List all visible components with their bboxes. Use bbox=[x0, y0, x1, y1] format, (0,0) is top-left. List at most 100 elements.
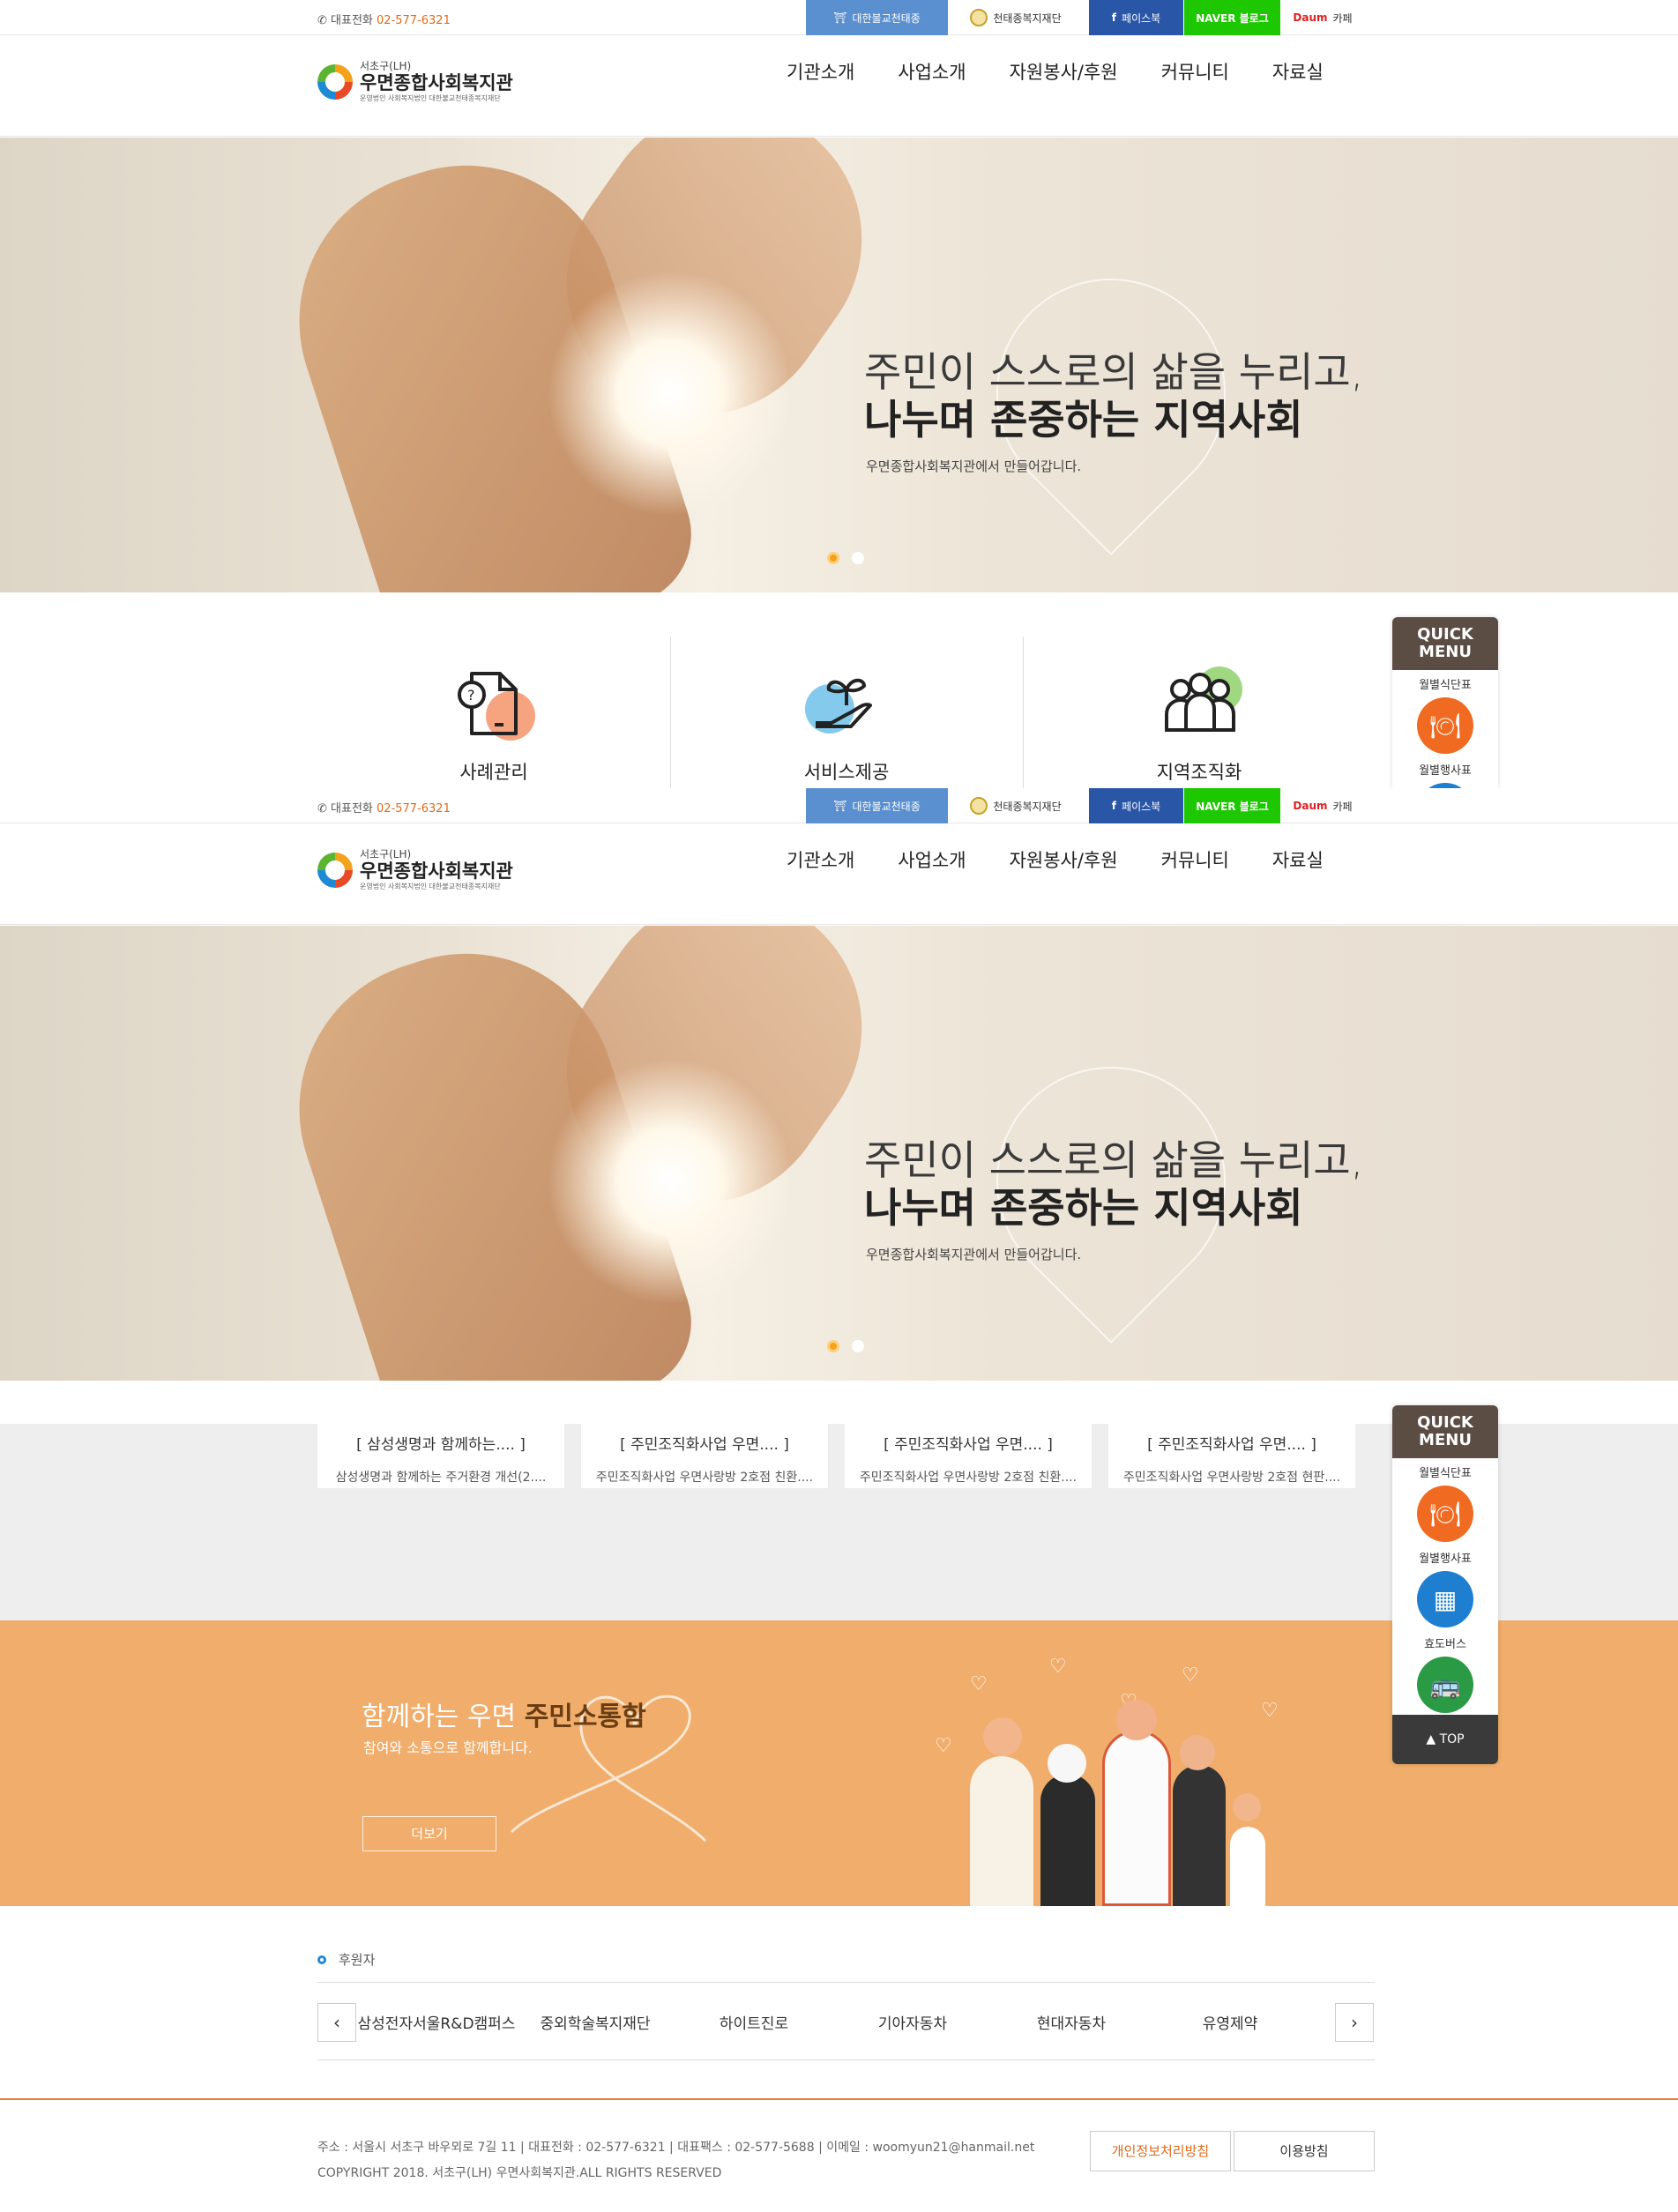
terms-link[interactable]: 이용방침 bbox=[1234, 2131, 1375, 2171]
link-daum-cafe[interactable]: Daum 카페 bbox=[1287, 788, 1358, 823]
svg-text:?: ? bbox=[467, 687, 475, 704]
nav-item-volunteer[interactable]: 자원봉사/후원 bbox=[1010, 58, 1118, 85]
link-daum-cafe[interactable]: Daum 카페 bbox=[1287, 0, 1358, 35]
bullet-icon bbox=[317, 1955, 326, 1964]
service-label: 사례관리 bbox=[459, 762, 528, 783]
privacy-policy-link[interactable]: 개인정보처리방침 bbox=[1090, 2131, 1231, 2171]
phone-number[interactable]: 02-577-6321 bbox=[377, 14, 451, 27]
case-document-icon: ? bbox=[458, 672, 535, 741]
footer-divider bbox=[0, 2098, 1678, 2100]
sponsor-item[interactable]: 중외학술복지재단 bbox=[516, 2011, 675, 2033]
link-cheontae-order[interactable]: ⛩ 대한불교천태종 bbox=[806, 0, 948, 35]
daum-logo: Daum bbox=[1293, 11, 1328, 24]
nav-item-about[interactable]: 기관소개 bbox=[787, 846, 854, 873]
logo-sub: 서초구(LH) bbox=[360, 60, 412, 72]
banner-subtitle: 참여와 소통으로 함께합니다. bbox=[363, 1739, 533, 1756]
slider-dot-active[interactable] bbox=[827, 1340, 839, 1352]
quick-item-events[interactable]: 월별행사표 ▦ bbox=[1392, 756, 1498, 788]
slider-dot[interactable] bbox=[852, 1340, 864, 1352]
news-card[interactable]: [ 삼성생명과 함께하는.... ] 삼성생명과 함께하는 주거환경 개선(2.… bbox=[317, 1421, 564, 1488]
nav-item-community[interactable]: 커뮤니티 bbox=[1161, 846, 1229, 873]
footer-copyright: COPYRIGHT 2018. 서초구(LH) 우면사회복지관.ALL RIGH… bbox=[317, 2166, 722, 2180]
link-welfare-foundation[interactable]: 천태종복지재단 bbox=[954, 0, 1078, 35]
hero-line2: 나누며 존중하는 지역사회 bbox=[864, 1184, 1303, 1232]
service-community-organizing[interactable]: 지역조직화 bbox=[1023, 637, 1376, 788]
hero-sunlight bbox=[547, 1058, 794, 1305]
top-utility-bar: ✆ 대표전화 02-577-6321 ⛩ 대한불교천태종 천태종복지재단 f 페이스… bbox=[0, 0, 1678, 35]
footer-address: 주소 : 서울시 서초구 바우뫼로 7길 11 | 대표전화 : 02-577-… bbox=[317, 2141, 1035, 2155]
top-utility-bar: ✆ 대표전화 02-577-6321 ⛩ 대한불교천태종 천태종복지재단 f 페이스… bbox=[0, 788, 1678, 823]
link-naver-blog[interactable]: NAVER 블로그 bbox=[1184, 788, 1280, 823]
quick-item-events[interactable]: 월별행사표 ▦ bbox=[1392, 1544, 1498, 1629]
slider-dot-active[interactable] bbox=[827, 552, 839, 564]
news-card[interactable]: [ 주민조직화사업 우면.... ] 주민조직화사업 우면사랑방 2호점 친환.… bbox=[581, 1421, 828, 1488]
people-group-icon bbox=[1165, 667, 1242, 732]
quick-menu: QUICK MENU 월별식단표 🍽 월별행사표 ▦ 효도버스 🚌 ▲ TOP bbox=[1392, 1405, 1498, 1764]
service-label: 서비스제공 bbox=[803, 762, 890, 783]
site-logo[interactable]: 서초구(LH) 우면종합사회복지관 운영법인 사회복지법인 대한불교천태종복지재… bbox=[317, 60, 513, 103]
hand-sprout-icon bbox=[805, 678, 872, 734]
logo-operator: 운영법인 사회복지법인 대한불교천태종복지재단 bbox=[360, 94, 501, 102]
link-naver-blog[interactable]: NAVER 블로그 bbox=[1184, 0, 1280, 35]
hero-slider: 주민이 스스로의 삶을 누리고, 나누며 존중하는 지역사회 우면종합사회복지관… bbox=[0, 138, 1678, 592]
logo-name: 우면종합사회복지관 bbox=[360, 72, 513, 93]
facebook-icon: f bbox=[1111, 800, 1117, 812]
service-provision[interactable]: 서비스제공 bbox=[670, 637, 1023, 788]
hero-sunlight bbox=[547, 270, 794, 517]
slider-dot[interactable] bbox=[852, 552, 864, 564]
nav-item-business[interactable]: 사업소개 bbox=[898, 58, 966, 85]
quick-item-bus[interactable]: 효도버스 🚌 bbox=[1392, 1629, 1498, 1715]
quick-item-meal[interactable]: 월별식단표 🍽 bbox=[1392, 670, 1498, 756]
hero-line2: 나누며 존중하는 지역사회 bbox=[864, 396, 1303, 443]
nav-item-archive[interactable]: 자료실 bbox=[1272, 58, 1324, 85]
link-facebook[interactable]: f 페이스북 bbox=[1089, 0, 1183, 35]
quick-menu-title: QUICK MENU bbox=[1392, 1405, 1498, 1458]
sponsor-item[interactable]: 기아자동차 bbox=[833, 2011, 992, 2033]
nav-item-archive[interactable]: 자료실 bbox=[1272, 846, 1324, 873]
phone-icon: ✆ bbox=[317, 802, 327, 816]
sponsor-prev-button[interactable]: ‹ bbox=[317, 2003, 356, 2042]
banner-title: 함께하는 우면 주민소통함 bbox=[362, 1702, 646, 1732]
link-cheontae-order[interactable]: ⛩ 대한불교천태종 bbox=[806, 788, 948, 823]
logo-mark-icon bbox=[317, 63, 353, 100]
sponsor-item[interactable]: 현대자동차 bbox=[992, 2011, 1151, 2033]
site-header: 서초구(LH) 우면종합사회복지관 운영법인 사회복지법인 대한불교천태종복지재… bbox=[0, 35, 1678, 137]
hero-slider: 주민이 스스로의 삶을 누리고, 나누며 존중하는 지역사회 우면종합사회복지관… bbox=[0, 926, 1678, 1381]
main-nav: 기관소개 사업소개 자원봉사/후원 커뮤니티 자료실 bbox=[787, 58, 1324, 85]
link-welfare-foundation[interactable]: 천태종복지재단 bbox=[954, 788, 1078, 823]
quick-menu-title: QUICK MENU bbox=[1392, 617, 1498, 670]
sponsor-item[interactable]: 유영제약 bbox=[1151, 2011, 1309, 2033]
phone-label: 대표전화 bbox=[331, 14, 373, 27]
phone-icon: ✆ bbox=[317, 14, 327, 27]
divider bbox=[317, 2059, 1375, 2060]
nav-item-business[interactable]: 사업소개 bbox=[898, 846, 966, 873]
main-nav: 기관소개 사업소개 자원봉사/후원 커뮤니티 자료실 bbox=[787, 846, 1324, 873]
sponsor-next-button[interactable]: › bbox=[1335, 2003, 1374, 2042]
meal-icon: 🍽 bbox=[1417, 1486, 1473, 1542]
sponsor-item[interactable]: 하이트진로 bbox=[675, 2011, 833, 2033]
scroll-top-button[interactable]: ▲ TOP bbox=[1392, 1715, 1498, 1764]
hero-line3: 우면종합사회복지관에서 만들어갑니다. bbox=[866, 1247, 1082, 1262]
temple-icon: ⛩ bbox=[833, 11, 847, 24]
family-illustration: ♡ ♡ ♡ ♡ ♡ ♡ bbox=[917, 1620, 1314, 1906]
nav-item-volunteer[interactable]: 자원봉사/후원 bbox=[1010, 846, 1118, 873]
facebook-icon: f bbox=[1111, 11, 1117, 24]
quick-item-meal[interactable]: 월별식단표 🍽 bbox=[1392, 1458, 1498, 1544]
sponsors-heading: 후원자 bbox=[317, 1950, 375, 1969]
daum-logo: Daum bbox=[1293, 800, 1328, 812]
phone-info: ✆ 대표전화 02-577-6321 bbox=[317, 802, 451, 816]
news-card[interactable]: [ 주민조직화사업 우면.... ] 주민조직화사업 우면사랑방 2호점 현판.… bbox=[1108, 1421, 1355, 1488]
service-case-management[interactable]: ? 사례관리 bbox=[317, 637, 670, 788]
nav-item-about[interactable]: 기관소개 bbox=[787, 58, 854, 85]
quick-menu: QUICKMENU 월별식단표 🍽 월별행사표 ▦ bbox=[1392, 617, 1498, 788]
link-facebook[interactable]: f 페이스북 bbox=[1089, 788, 1183, 823]
divider bbox=[317, 1982, 1375, 1983]
nav-item-community[interactable]: 커뮤니티 bbox=[1161, 58, 1229, 85]
news-card[interactable]: [ 주민조직화사업 우면.... ] 주민조직화사업 우면사랑방 2호점 친환.… bbox=[845, 1421, 1092, 1488]
more-button[interactable]: 더보기 bbox=[362, 1816, 496, 1851]
phone-info: ✆ 대표전화 02-577-6321 bbox=[317, 11, 451, 27]
logo-mark-icon bbox=[317, 852, 353, 888]
site-header: 서초구(LH) 우면종합사회복지관 운영법인 사회복지법인 대한불교천태종복지재… bbox=[0, 823, 1678, 925]
sponsor-item[interactable]: 삼성전자서울R&D캠퍼스 bbox=[357, 2011, 516, 2033]
site-logo[interactable]: 서초구(LH) 우면종합사회복지관 운영법인 사회복지법인 대한불교천태종복지재… bbox=[317, 848, 513, 891]
